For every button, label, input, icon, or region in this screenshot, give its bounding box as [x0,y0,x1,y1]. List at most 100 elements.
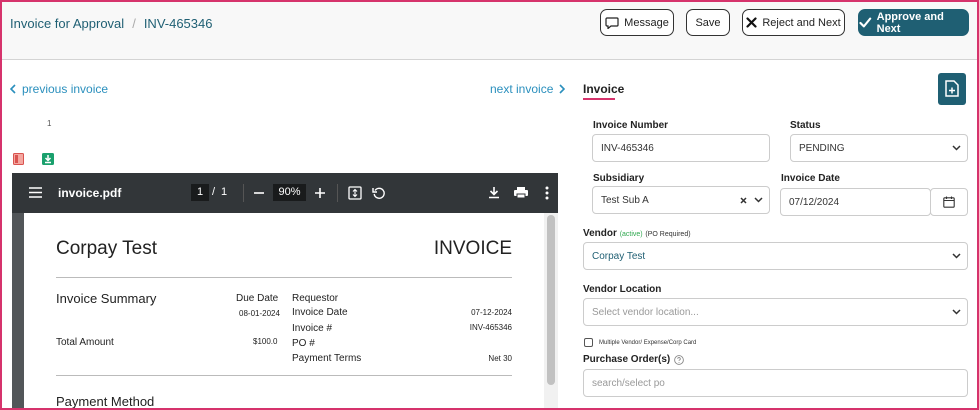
next-invoice-label: next invoice [490,82,554,96]
vendor-location-select[interactable]: Select vendor location... [583,298,968,326]
multiple-vendor-label: Multiple Vendor/ Expense/Corp Card [599,340,697,346]
breadcrumb-current: INV-465346 [143,16,213,31]
chevron-down-icon [754,197,763,203]
save-button-label: Save [695,16,721,29]
pdf-filename: invoice.pdf [58,186,122,200]
invoice-date-label: Invoice Date [781,173,840,184]
chevron-down-icon [952,145,961,151]
vendor-select[interactable]: Corpay Test [583,242,968,270]
purchase-order-search[interactable]: search/select po [583,369,968,397]
vendor-active-badge: (active) [619,231,643,238]
rotate-icon[interactable] [372,186,386,200]
page-total: 1 [221,186,228,198]
vendor-label: Vendor (active) (PO Required) [583,228,691,239]
vendor-po-note: (PO Required) [645,231,691,238]
add-document-icon[interactable] [938,73,966,105]
chevron-right-icon [559,84,566,94]
page-number-input[interactable]: 1 [191,184,209,201]
menu-icon[interactable] [29,187,42,198]
download-pdf-icon[interactable] [488,186,500,199]
chevron-left-icon [10,84,16,94]
doc-invoice-number-label: Invoice # [292,323,333,334]
breadcrumb: Invoice for Approval / INV-465346 [10,16,212,31]
invoice-number-label: Invoice Number [593,120,669,131]
save-button[interactable]: Save [686,9,730,36]
doc-total-value: $100.0 [253,337,278,346]
purchase-orders-label: Purchase Order(s) [583,354,685,365]
checkmark-icon [859,17,872,28]
chat-bubble-icon [605,16,619,29]
app-window: Invoice for Approval / INV-465346 Messag… [0,0,979,410]
approve-button-label: Approve and Next [876,10,944,35]
toolbar-divider [243,184,244,202]
subsidiary-select[interactable]: Test Sub A [592,186,770,214]
toolbar-divider [337,184,338,202]
clear-icon[interactable] [740,197,747,204]
doc-payment-method-label: Payment Method [56,394,155,409]
doc-total-label: Total Amount [56,337,114,348]
approve-and-next-button[interactable]: Approve and Next [858,9,969,36]
breadcrumb-root[interactable]: Invoice for Approval [10,16,124,31]
doc-requestor-label: Requestor [292,293,339,304]
invoice-date-input[interactable]: 07/12/2024 [780,188,931,216]
vendor-location-placeholder: Select vendor location... [592,306,699,318]
purchase-orders-label-text: Purchase Order(s) [583,354,671,365]
close-icon [746,17,757,28]
help-icon[interactable] [674,354,685,365]
chevron-down-icon [952,253,961,259]
doc-invoice-date-value: 07-12-2024 [471,308,512,317]
pdf-toolbar: invoice.pdf 1 / 1 90% [12,173,558,213]
doc-due-date-value: 08-01-2024 [239,309,280,318]
message-button[interactable]: Message [600,9,674,36]
download-icon[interactable] [42,153,54,168]
vendor-location-label: Vendor Location [583,284,662,295]
previous-invoice-link[interactable]: previous invoice [10,82,108,96]
tab-active-underline [583,98,615,100]
reject-and-next-button[interactable]: Reject and Next [742,9,845,36]
pdf-page: Corpay Test INVOICE Invoice Summary Due … [24,213,544,409]
previous-invoice-label: previous invoice [22,82,109,96]
tab-invoice[interactable]: Invoice [583,82,624,96]
doc-po-label: PO # [292,338,315,349]
vendor-label-text: Vendor [583,228,617,239]
doc-invoice-date-label: Invoice Date [292,307,348,318]
doc-summary-title: Invoice Summary [56,291,157,306]
print-icon[interactable] [514,186,528,199]
attachment-count: 1 [47,119,52,128]
doc-terms-label: Payment Terms [292,353,362,364]
message-button-label: Message [624,16,669,29]
invoice-number-value: INV-465346 [601,142,654,154]
subsidiary-label: Subsidiary [593,173,645,184]
page-header: Invoice for Approval / INV-465346 Messag… [2,2,977,60]
pdf-scrollbar[interactable] [544,213,558,408]
pdf-viewer: invoice.pdf 1 / 1 90% Corpay Test INVOIC… [12,173,558,409]
doc-divider [56,277,512,278]
reject-button-label: Reject and Next [762,16,841,29]
doc-divider [56,375,512,376]
zoom-out-icon[interactable] [254,192,264,194]
calendar-button[interactable] [930,188,968,216]
pdf-scrollbar-thumb[interactable] [547,215,555,385]
chevron-down-icon [952,309,961,315]
vendor-value: Corpay Test [592,250,646,262]
invoice-date-value: 07/12/2024 [789,196,840,208]
invoice-form-panel: Invoice Invoice Number INV-465346 Status… [581,60,977,408]
next-invoice-link[interactable]: next invoice [490,82,566,96]
doc-due-date-label: Due Date [236,293,279,304]
more-options-icon[interactable] [545,186,549,200]
zoom-level[interactable]: 90% [273,184,306,201]
breadcrumb-separator: / [132,16,136,31]
fit-page-icon[interactable] [348,186,362,200]
calendar-icon [943,196,955,208]
status-select[interactable]: PENDING [790,134,968,162]
pdf-file-icon[interactable] [13,153,24,168]
doc-invoice-number-value: INV-465346 [469,323,512,332]
purchase-order-placeholder: search/select po [592,377,665,389]
status-label: Status [790,120,821,131]
invoice-number-field[interactable]: INV-465346 [592,134,770,162]
page-separator: / [212,186,216,198]
multiple-vendor-checkbox[interactable] [584,338,593,347]
zoom-in-icon[interactable] [315,188,325,198]
doc-company-name: Corpay Test [56,238,158,259]
doc-terms-value: Net 30 [488,354,512,363]
